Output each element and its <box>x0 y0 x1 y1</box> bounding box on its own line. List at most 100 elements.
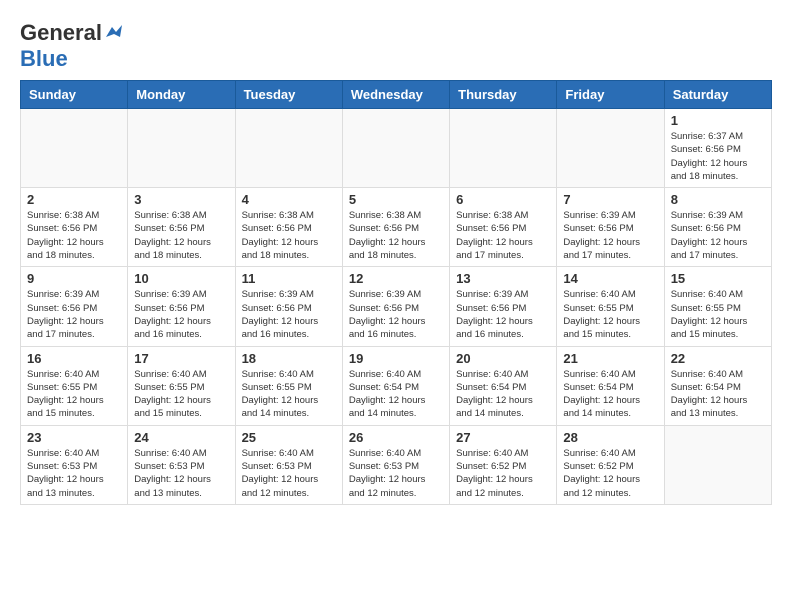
calendar-header-row: SundayMondayTuesdayWednesdayThursdayFrid… <box>21 81 772 109</box>
logo-bird-icon <box>104 23 124 43</box>
calendar-cell: 26 Sunrise: 6:40 AM Sunset: 6:53 PM Dayli… <box>342 425 449 504</box>
page-header: General Blue <box>20 20 772 72</box>
calendar-cell <box>664 425 771 504</box>
day-number: 6 <box>456 192 550 207</box>
day-info: Sunrise: 6:39 AM Sunset: 6:56 PM Dayligh… <box>27 288 121 341</box>
day-number: 10 <box>134 271 228 286</box>
calendar-header-friday: Friday <box>557 81 664 109</box>
day-number: 8 <box>671 192 765 207</box>
day-info: Sunrise: 6:40 AM Sunset: 6:54 PM Dayligh… <box>456 368 550 421</box>
day-number: 12 <box>349 271 443 286</box>
day-number: 5 <box>349 192 443 207</box>
calendar-header-saturday: Saturday <box>664 81 771 109</box>
day-number: 28 <box>563 430 657 445</box>
calendar-cell: 15 Sunrise: 6:40 AM Sunset: 6:55 PM Dayli… <box>664 267 771 346</box>
day-number: 9 <box>27 271 121 286</box>
day-number: 23 <box>27 430 121 445</box>
calendar-week-row: 9 Sunrise: 6:39 AM Sunset: 6:56 PM Daylig… <box>21 267 772 346</box>
day-number: 7 <box>563 192 657 207</box>
calendar-header-thursday: Thursday <box>450 81 557 109</box>
calendar-week-row: 2 Sunrise: 6:38 AM Sunset: 6:56 PM Daylig… <box>21 188 772 267</box>
day-info: Sunrise: 6:39 AM Sunset: 6:56 PM Dayligh… <box>563 209 657 262</box>
day-number: 27 <box>456 430 550 445</box>
calendar-cell: 6 Sunrise: 6:38 AM Sunset: 6:56 PM Daylig… <box>450 188 557 267</box>
calendar-cell: 16 Sunrise: 6:40 AM Sunset: 6:55 PM Dayli… <box>21 346 128 425</box>
day-number: 24 <box>134 430 228 445</box>
day-info: Sunrise: 6:39 AM Sunset: 6:56 PM Dayligh… <box>349 288 443 341</box>
day-number: 11 <box>242 271 336 286</box>
day-info: Sunrise: 6:40 AM Sunset: 6:53 PM Dayligh… <box>349 447 443 500</box>
day-number: 21 <box>563 351 657 366</box>
calendar-week-row: 1Sunrise: 6:37 AM Sunset: 6:56 PM Daylig… <box>21 109 772 188</box>
day-number: 14 <box>563 271 657 286</box>
day-number: 13 <box>456 271 550 286</box>
calendar-cell: 12 Sunrise: 6:39 AM Sunset: 6:56 PM Dayli… <box>342 267 449 346</box>
calendar-cell <box>128 109 235 188</box>
calendar-cell: 2Sunrise: 6:38 AM Sunset: 6:56 PM Daylig… <box>21 188 128 267</box>
day-info: Sunrise: 6:40 AM Sunset: 6:55 PM Dayligh… <box>134 368 228 421</box>
day-info: Sunrise: 6:39 AM Sunset: 6:56 PM Dayligh… <box>134 288 228 341</box>
day-info: Sunrise: 6:40 AM Sunset: 6:54 PM Dayligh… <box>349 368 443 421</box>
day-info: Sunrise: 6:40 AM Sunset: 6:53 PM Dayligh… <box>27 447 121 500</box>
calendar-cell: 28 Sunrise: 6:40 AM Sunset: 6:52 PM Dayli… <box>557 425 664 504</box>
day-info: Sunrise: 6:40 AM Sunset: 6:52 PM Dayligh… <box>563 447 657 500</box>
day-info: Sunrise: 6:39 AM Sunset: 6:56 PM Dayligh… <box>242 288 336 341</box>
day-info: Sunrise: 6:38 AM Sunset: 6:56 PM Dayligh… <box>456 209 550 262</box>
day-info: Sunrise: 6:39 AM Sunset: 6:56 PM Dayligh… <box>671 209 765 262</box>
calendar-cell: 3 Sunrise: 6:38 AM Sunset: 6:56 PM Daylig… <box>128 188 235 267</box>
calendar-header-monday: Monday <box>128 81 235 109</box>
calendar-cell <box>557 109 664 188</box>
day-info: Sunrise: 6:38 AM Sunset: 6:56 PM Dayligh… <box>242 209 336 262</box>
day-number: 25 <box>242 430 336 445</box>
day-info: Sunrise: 6:38 AM Sunset: 6:56 PM Dayligh… <box>134 209 228 262</box>
day-info: Sunrise: 6:38 AM Sunset: 6:56 PM Dayligh… <box>349 209 443 262</box>
calendar-cell: 14 Sunrise: 6:40 AM Sunset: 6:55 PM Dayli… <box>557 267 664 346</box>
day-number: 2 <box>27 192 121 207</box>
day-info: Sunrise: 6:40 AM Sunset: 6:55 PM Dayligh… <box>563 288 657 341</box>
day-info: Sunrise: 6:40 AM Sunset: 6:55 PM Dayligh… <box>27 368 121 421</box>
logo-general: General <box>20 20 102 46</box>
calendar-cell: 5 Sunrise: 6:38 AM Sunset: 6:56 PM Daylig… <box>342 188 449 267</box>
calendar-cell: 7 Sunrise: 6:39 AM Sunset: 6:56 PM Daylig… <box>557 188 664 267</box>
calendar-cell <box>342 109 449 188</box>
calendar-cell: 25Sunrise: 6:40 AM Sunset: 6:53 PM Dayli… <box>235 425 342 504</box>
calendar-cell <box>450 109 557 188</box>
calendar: SundayMondayTuesdayWednesdayThursdayFrid… <box>20 80 772 505</box>
calendar-cell: 1Sunrise: 6:37 AM Sunset: 6:56 PM Daylig… <box>664 109 771 188</box>
day-info: Sunrise: 6:40 AM Sunset: 6:54 PM Dayligh… <box>563 368 657 421</box>
day-number: 15 <box>671 271 765 286</box>
logo-blue: Blue <box>20 46 68 72</box>
day-number: 18 <box>242 351 336 366</box>
day-number: 1 <box>671 113 765 128</box>
calendar-cell <box>21 109 128 188</box>
day-number: 22 <box>671 351 765 366</box>
calendar-cell: 11 Sunrise: 6:39 AM Sunset: 6:56 PM Dayli… <box>235 267 342 346</box>
calendar-header-tuesday: Tuesday <box>235 81 342 109</box>
calendar-cell: 13 Sunrise: 6:39 AM Sunset: 6:56 PM Dayli… <box>450 267 557 346</box>
day-info: Sunrise: 6:40 AM Sunset: 6:53 PM Dayligh… <box>134 447 228 500</box>
calendar-cell: 10 Sunrise: 6:39 AM Sunset: 6:56 PM Dayli… <box>128 267 235 346</box>
calendar-cell: 24 Sunrise: 6:40 AM Sunset: 6:53 PM Dayli… <box>128 425 235 504</box>
day-info: Sunrise: 6:40 AM Sunset: 6:52 PM Dayligh… <box>456 447 550 500</box>
day-info: Sunrise: 6:40 AM Sunset: 6:55 PM Dayligh… <box>671 288 765 341</box>
calendar-cell <box>235 109 342 188</box>
calendar-cell: 22 Sunrise: 6:40 AM Sunset: 6:54 PM Dayli… <box>664 346 771 425</box>
calendar-cell: 8 Sunrise: 6:39 AM Sunset: 6:56 PM Daylig… <box>664 188 771 267</box>
day-info: Sunrise: 6:40 AM Sunset: 6:55 PM Dayligh… <box>242 368 336 421</box>
calendar-cell: 18 Sunrise: 6:40 AM Sunset: 6:55 PM Dayli… <box>235 346 342 425</box>
calendar-cell: 20 Sunrise: 6:40 AM Sunset: 6:54 PM Dayli… <box>450 346 557 425</box>
calendar-header-sunday: Sunday <box>21 81 128 109</box>
day-number: 20 <box>456 351 550 366</box>
calendar-cell: 9 Sunrise: 6:39 AM Sunset: 6:56 PM Daylig… <box>21 267 128 346</box>
calendar-week-row: 16 Sunrise: 6:40 AM Sunset: 6:55 PM Dayli… <box>21 346 772 425</box>
day-info: Sunrise: 6:39 AM Sunset: 6:56 PM Dayligh… <box>456 288 550 341</box>
calendar-cell: 17Sunrise: 6:40 AM Sunset: 6:55 PM Dayli… <box>128 346 235 425</box>
day-number: 4 <box>242 192 336 207</box>
calendar-week-row: 23 Sunrise: 6:40 AM Sunset: 6:53 PM Dayli… <box>21 425 772 504</box>
calendar-cell: 21 Sunrise: 6:40 AM Sunset: 6:54 PM Dayli… <box>557 346 664 425</box>
day-number: 26 <box>349 430 443 445</box>
day-number: 16 <box>27 351 121 366</box>
calendar-cell: 19Sunrise: 6:40 AM Sunset: 6:54 PM Dayli… <box>342 346 449 425</box>
day-number: 3 <box>134 192 228 207</box>
day-info: Sunrise: 6:40 AM Sunset: 6:54 PM Dayligh… <box>671 368 765 421</box>
